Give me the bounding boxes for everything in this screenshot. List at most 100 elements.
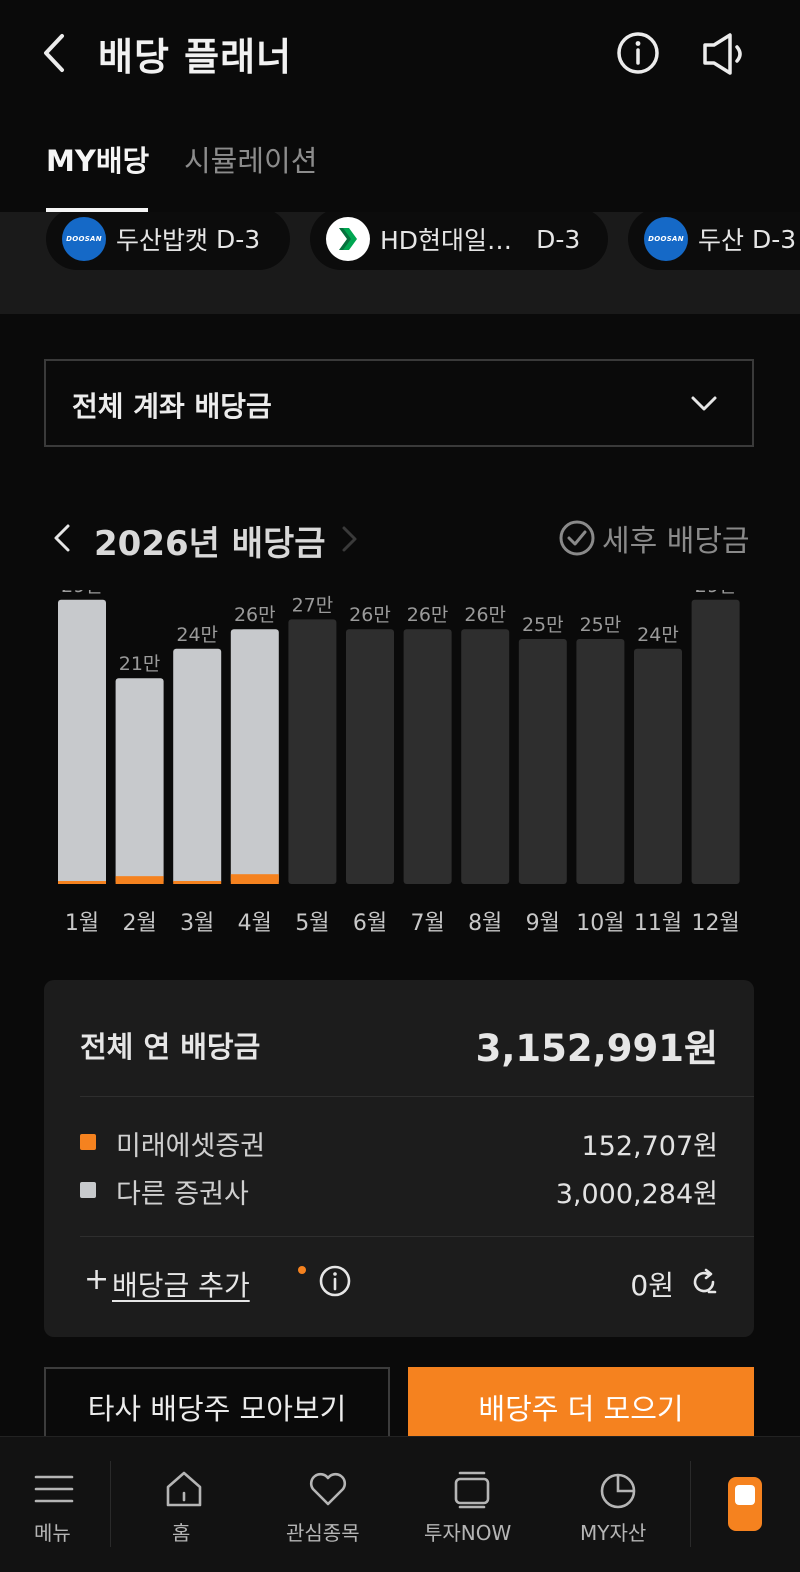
bar-10[interactable] [576,639,625,884]
menu-icon [34,1475,74,1503]
bar-6[interactable] [346,629,394,884]
tv-icon [454,1471,490,1509]
month-tick-label: 12월 [691,911,739,936]
legend-label: 다른 증권사 [116,1179,249,1210]
monthly-dividend-chart: 29만 1월 21만 2월 24만 3월 26만 4월 27만 5월 26만 6월 26만 7월 26만 8월… [58,590,740,936]
bar-value-label: 21만 [119,653,161,675]
doosan-logo-icon: DOOSAN [644,217,688,261]
legend-value: 3,000,284원 [555,1179,718,1210]
collect-more-dividend-button[interactable]: 배당주 더 모으기 [408,1367,754,1447]
stock-chip[interactable]: DOOSAN 두산 D-3 [628,212,800,270]
chip-dday: D-3 [216,224,261,254]
add-dividend-link[interactable]: 배당금 추가 [112,1264,250,1304]
bar-value-label: 24만 [637,624,679,646]
chip-stock-name: 두산밥캣 [116,226,209,255]
month-tick-label: 3월 [180,911,214,936]
bar-9[interactable] [518,639,567,884]
legend-row-others: 다른 증권사 3,000,284원 [80,1170,718,1210]
month-tick-label: 10월 [576,911,624,936]
info-icon[interactable] [318,1264,352,1298]
bar-1[interactable] [58,599,106,884]
year-title: 2026년 배당금 [94,524,326,564]
nav-label: 관심종목 [286,1521,360,1545]
bar-value-label: 26만 [349,604,391,626]
legend-swatch-orange [80,1134,96,1150]
bar-value-label: 26만 [407,604,449,626]
annual-total-label: 전체 연 배당금 [80,1030,261,1064]
year-navigator: 2026년 배당금 세후 배당금 [0,510,800,566]
chip-stock-name: HD현대일… [380,226,513,255]
chip-dday: D-3 [536,224,581,254]
legend-swatch-gray [80,1182,96,1198]
back-arrow-icon[interactable] [36,30,76,76]
app-switcher-icon[interactable] [728,1477,762,1531]
nav-my-assets[interactable]: MY자산 [560,1437,680,1572]
month-tick-label: 11월 [634,911,682,936]
added-dividend-value: 0원 [630,1269,674,1302]
new-badge-dot [298,1266,306,1274]
pie-chart-icon [600,1473,636,1509]
bar-value-label: 24만 [176,624,218,646]
chip-stock-name: 두산 [698,226,745,255]
bar-3[interactable] [173,648,222,884]
after-tax-toggle[interactable]: 세후 배당금 [558,516,750,560]
upcoming-dividend-chips: DOOSAN 두산밥캣 D-3 HD현대일… D-3 DOOSAN 두산 D-3 [0,212,800,314]
tab-simulation[interactable]: 시뮬레이션 [184,138,317,180]
add-dividend-row: + 배당금 추가 0원 [84,1262,718,1306]
nav-label: 투자NOW [424,1521,512,1545]
chevron-down-icon [691,396,717,411]
info-icon[interactable] [614,29,662,77]
home-icon [166,1471,202,1507]
heart-icon [309,1472,347,1506]
bar-11[interactable] [634,648,682,884]
account-dropdown[interactable]: 전체 계좌 배당금 [44,359,754,447]
after-tax-label: 세후 배당금 [602,524,750,559]
nav-label: MY자산 [580,1521,647,1545]
nav-divider [690,1461,691,1547]
nav-divider [110,1461,111,1547]
speaker-icon[interactable] [700,31,752,77]
bar-value-label: 26만 [234,604,276,626]
bar-4[interactable] [230,629,279,884]
account-dropdown-label: 전체 계좌 배당금 [72,390,272,423]
legend-label: 미래에셋증권 [116,1131,266,1162]
bar-2[interactable] [115,678,164,884]
annual-summary-card: 전체 연 배당금 3,152,991원 미래에셋증권 152,707원 다른 증… [44,980,754,1337]
tab-my-dividend[interactable]: MY배당 [46,138,149,180]
nav-home[interactable]: 홈 [122,1437,242,1572]
legend-row-mirae: 미래에셋증권 152,707원 [80,1122,718,1162]
bar-12[interactable] [691,599,740,884]
plus-icon: + [84,1262,110,1297]
bar-segment-mirae-1 [58,881,106,884]
bar-segment-mirae-3 [173,881,222,884]
bar-5[interactable] [288,619,337,884]
hd-hyundai-logo-icon [326,217,370,261]
annual-total-value: 3,152,991원 [475,1027,718,1070]
chevron-right-icon[interactable] [336,520,362,558]
bar-value-label: 25만 [522,614,564,636]
nav-invest-now[interactable]: 투자NOW [412,1437,532,1572]
page-title: 배당 플래너 [98,35,293,79]
chevron-left-icon[interactable] [48,518,76,558]
legend-value: 152,707원 [581,1131,719,1162]
nav-menu[interactable]: 메뉴 [0,1437,108,1572]
month-tick-label: 5월 [295,911,329,936]
bar-segment-mirae-2 [115,876,164,884]
divider [80,1096,754,1097]
bar-7[interactable] [403,629,452,884]
month-tick-label: 2월 [122,911,156,936]
chip-dday: D-3 [752,224,797,254]
nav-label: 메뉴 [34,1521,71,1545]
bar-value-label: 25만 [580,614,622,636]
bar-8[interactable] [461,629,510,884]
nav-watchlist[interactable]: 관심종목 [270,1437,390,1572]
stock-chip[interactable]: DOOSAN 두산밥캣 D-3 [46,212,290,270]
other-broker-dividend-button[interactable]: 타사 배당주 모아보기 [44,1367,390,1447]
month-tick-label: 6월 [353,911,387,936]
stock-chip[interactable]: HD현대일… D-3 [310,212,608,270]
bar-segment-mirae-4 [230,874,279,884]
doosan-logo-icon: DOOSAN [62,217,106,261]
refresh-icon[interactable] [690,1268,718,1296]
app-header: 배당 플래너 [0,0,800,110]
month-tick-label: 9월 [526,911,560,936]
